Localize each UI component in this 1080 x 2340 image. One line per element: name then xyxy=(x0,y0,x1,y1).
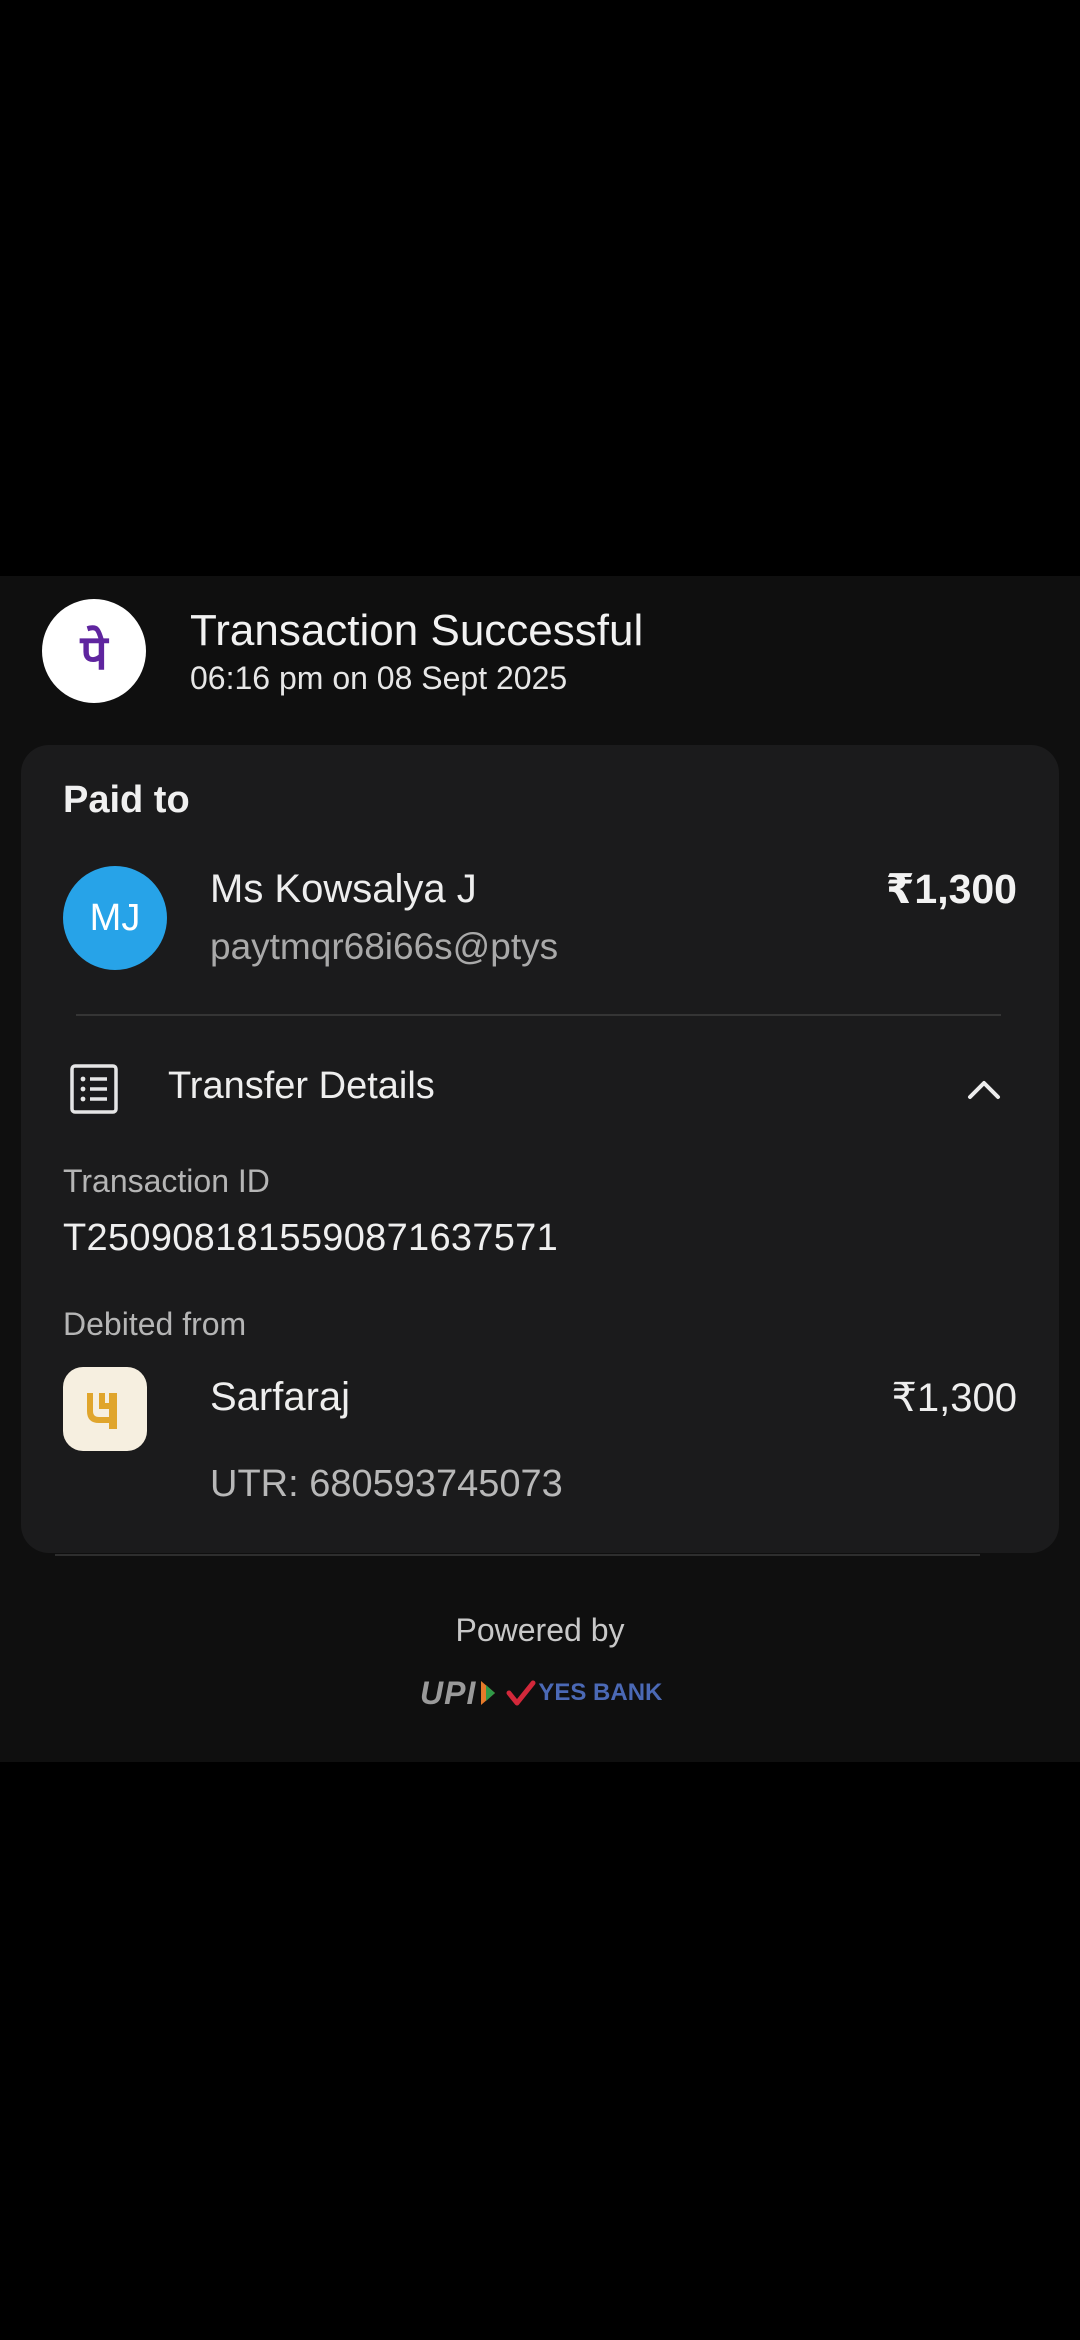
phonepe-glyph: पे xyxy=(79,625,109,681)
divider xyxy=(76,1014,1001,1016)
payee-amount: ₹1,300 xyxy=(885,866,1017,912)
yes-bank-logo-text: YES BANK xyxy=(538,1679,663,1706)
status-time: 06:16 pm on 08 Sept 2025 xyxy=(190,660,568,696)
payee-upi-id: paytmqr68i66s@ptys xyxy=(210,926,559,967)
transfer-details-toggle[interactable]: Transfer Details xyxy=(168,1065,435,1108)
paid-to-label: Paid to xyxy=(63,779,190,821)
upi-logo-text: UPI xyxy=(420,1674,477,1711)
pnb-bank-icon xyxy=(63,1367,147,1451)
transaction-status: Transaction Successful 06:16 pm on 08 Se… xyxy=(190,606,643,698)
payee-avatar: MJ xyxy=(63,866,167,970)
transaction-id-label: Transaction ID xyxy=(63,1163,270,1199)
yes-bank-tick-icon xyxy=(506,1680,536,1706)
svg-text:पे: पे xyxy=(79,625,109,681)
receipt-list-icon[interactable] xyxy=(69,1063,119,1115)
utr-number[interactable]: UTR: 680593745073 xyxy=(210,1463,563,1506)
partner-logos: UPI YES BANK xyxy=(420,1673,664,1713)
screen: पे Transaction Successful 06:16 pm on 08… xyxy=(0,0,1080,2340)
powered-by-label: Powered by xyxy=(455,1612,625,1648)
upi-logo: UPI xyxy=(420,1675,498,1712)
payee-name: Ms Kowsalya J xyxy=(210,867,477,911)
divider xyxy=(55,1554,980,1556)
debited-from-label: Debited from xyxy=(63,1306,247,1342)
transaction-card: Paid to MJ Ms Kowsalya J paytmqr68i66s@p… xyxy=(21,745,1059,1553)
transaction-sheet: पे Transaction Successful 06:16 pm on 08… xyxy=(0,576,1080,1762)
debit-account-name: Sarfaraj xyxy=(210,1375,351,1419)
chevron-up-icon[interactable] xyxy=(964,1069,1004,1109)
status-title: Transaction Successful xyxy=(190,606,644,655)
upi-arrow-icon xyxy=(481,1681,496,1705)
pnb-logo-glyph xyxy=(87,1393,117,1429)
transaction-id-value[interactable]: T2509081815590871637571 xyxy=(63,1217,558,1260)
debit-amount: ₹1,300 xyxy=(891,1376,1017,1420)
phonepe-logo-icon: पे xyxy=(42,599,146,703)
